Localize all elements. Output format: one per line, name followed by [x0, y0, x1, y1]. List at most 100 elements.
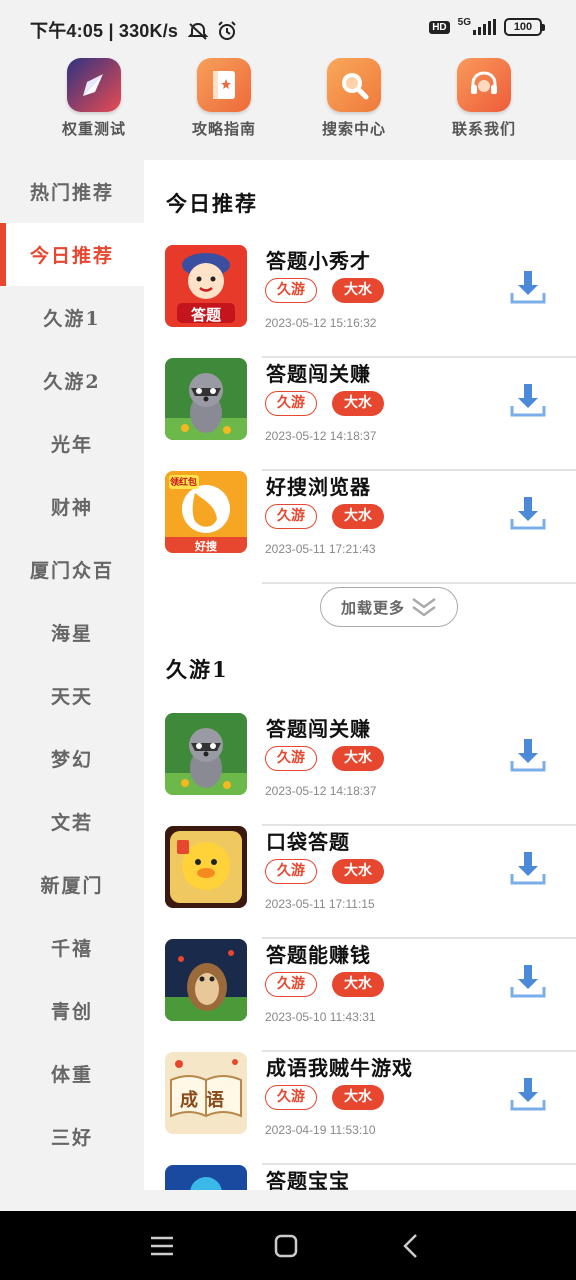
app-name: 答题能赚钱 — [266, 943, 371, 967]
app-name: 答题宝宝 — [266, 1169, 350, 1190]
app-row[interactable]: 成语 成语我贼牛游戏 久游 大水 2023-04-19 11:53:10 — [144, 1052, 576, 1165]
sidebar-item-hot[interactable]: 热门推荐 — [0, 160, 144, 223]
guide-book-icon — [197, 58, 251, 112]
quick-nav-contact[interactable]: 联系我们 — [419, 56, 549, 160]
download-icon[interactable] — [510, 963, 546, 999]
tag-dashui: 大水 — [332, 746, 384, 771]
app-row[interactable]: 答题宝宝 — [144, 1165, 576, 1190]
tag-jiuyou: 久游 — [265, 1085, 317, 1110]
sidebar-item-xin-xiamen[interactable]: 新厦门 — [0, 853, 144, 916]
load-more-button[interactable]: 加载更多 — [320, 587, 458, 627]
download-icon[interactable] — [510, 382, 546, 418]
app-row[interactable]: 领红包 好搜 好搜浏览器 久游 大水 2023-05-11 17:21:43 — [144, 471, 576, 584]
app-date: 2023-05-12 14:18:37 — [265, 429, 377, 443]
app-icon-badge: 领红包 — [170, 478, 198, 488]
status-left: 下午4:05 | 330K/s — [30, 17, 237, 43]
app-name: 答题闯关赚 — [266, 717, 371, 741]
download-icon[interactable] — [510, 1076, 546, 1112]
app-name: 答题闯关赚 — [266, 362, 371, 386]
tag-jiuyou: 久游 — [265, 746, 317, 771]
quick-nav-guide[interactable]: 攻略指南 — [159, 56, 289, 160]
status-speed: 330K/s — [118, 21, 179, 41]
app-date: 2023-04-19 11:53:10 — [265, 1123, 376, 1137]
hd-badge: HD — [429, 20, 450, 34]
app-row[interactable]: 答题闯关赚 久游 大水 2023-05-12 14:18:37 — [144, 358, 576, 471]
tag-jiuyou: 久游 — [265, 859, 317, 884]
quick-nav-label: 联系我们 — [451, 120, 516, 138]
app-row[interactable]: 口袋答题 久游 大水 2023-05-11 17:11:15 — [144, 826, 576, 939]
sidebar-item-guangnian[interactable]: 光年 — [0, 412, 144, 475]
app-date: 2023-05-12 15:16:32 — [265, 316, 377, 330]
browser-icon: 领红包 好搜 — [165, 471, 247, 553]
compass-icon — [67, 58, 121, 112]
idiom-book-icon: 成语 — [165, 1052, 247, 1134]
quick-nav: 权重测试 攻略指南 搜索中心 联系我们 — [0, 56, 576, 160]
system-nav-bar — [0, 1211, 576, 1280]
raccoon-icon — [165, 358, 247, 440]
tag-dashui: 大水 — [332, 504, 384, 529]
status-time: 下午4:05 — [30, 21, 104, 41]
double-chevron-down-icon — [412, 597, 436, 617]
back-icon[interactable] — [398, 1233, 424, 1259]
sidebar-item-jiuyou1[interactable]: 久游1 — [0, 286, 144, 349]
quick-nav-label: 权重测试 — [61, 120, 126, 138]
sidebar-item-sanhao[interactable]: 三好 — [0, 1105, 144, 1168]
search-icon — [327, 58, 381, 112]
app-name: 成语我贼牛游戏 — [266, 1056, 413, 1080]
tag-dashui: 大水 — [332, 972, 384, 997]
tag-jiuyou: 久游 — [265, 504, 317, 529]
tag-jiuyou: 久游 — [265, 278, 317, 303]
section-title-jiuyou1: 久游1 — [166, 657, 229, 682]
app-name: 好搜浏览器 — [266, 475, 371, 499]
quick-nav-search[interactable]: 搜索中心 — [289, 56, 419, 160]
category-sidebar: 热门推荐 今日推荐 久游1 久游2 光年 财神 厦门众百 海星 天天 梦幻 文若… — [0, 160, 144, 1190]
mute-icon — [187, 22, 209, 40]
quiz-scholar-icon: 答题 — [165, 245, 247, 327]
sidebar-item-xiamen-zhongbai[interactable]: 厦门众百 — [0, 538, 144, 601]
tag-dashui: 大水 — [332, 391, 384, 416]
sidebar-item-tiantian[interactable]: 天天 — [0, 664, 144, 727]
app-date: 2023-05-12 14:18:37 — [265, 784, 377, 798]
sidebar-item-qingchuang[interactable]: 青创 — [0, 979, 144, 1042]
app-icon-label: 答题 — [190, 306, 221, 324]
app-row[interactable]: 答题能赚钱 久游 大水 2023-05-10 11:43:31 — [144, 939, 576, 1052]
download-icon[interactable] — [510, 269, 546, 305]
duck-icon — [165, 826, 247, 908]
hedgehog-icon — [165, 939, 247, 1021]
status-bar: 下午4:05 | 330K/s HD 5G 100 — [0, 0, 576, 56]
app-name: 答题小秀才 — [266, 249, 371, 273]
quick-nav-label: 攻略指南 — [191, 120, 256, 138]
quiz-baby-icon — [165, 1165, 247, 1190]
load-more-label: 加载更多 — [340, 598, 405, 617]
app-list: 今日推荐 答题 答题小秀才 久游 大水 2023-05-12 15:16:32 — [144, 160, 576, 1190]
battery-icon: 100 — [504, 18, 545, 36]
app-row[interactable]: 答题闯关赚 久游 大水 2023-05-12 14:18:37 — [144, 713, 576, 826]
home-icon[interactable] — [273, 1233, 299, 1259]
tag-dashui: 大水 — [332, 278, 384, 303]
tag-dashui: 大水 — [332, 859, 384, 884]
menu-icon[interactable] — [149, 1233, 175, 1259]
sidebar-item-jiuyou2[interactable]: 久游2 — [0, 349, 144, 412]
app-date: 2023-05-11 17:11:15 — [265, 897, 375, 911]
download-icon[interactable] — [510, 495, 546, 531]
quick-nav-weight-test[interactable]: 权重测试 — [29, 56, 159, 160]
row-divider — [262, 582, 576, 584]
sidebar-item-haixing[interactable]: 海星 — [0, 601, 144, 664]
download-icon[interactable] — [510, 850, 546, 886]
section-title-today: 今日推荐 — [166, 191, 258, 216]
app-icon-label: 好搜 — [195, 540, 217, 553]
sidebar-item-tizhong[interactable]: 体重 — [0, 1042, 144, 1105]
status-separator: | — [108, 21, 119, 41]
app-icon-label: 成语 — [180, 1090, 232, 1111]
app-date: 2023-05-10 11:43:31 — [265, 1010, 376, 1024]
quick-nav-label: 搜索中心 — [321, 120, 386, 138]
sidebar-item-menghuan[interactable]: 梦幻 — [0, 727, 144, 790]
app-name: 口袋答题 — [266, 830, 350, 854]
sidebar-item-caishen[interactable]: 财神 — [0, 475, 144, 538]
sidebar-item-qianxi[interactable]: 千禧 — [0, 916, 144, 979]
sidebar-item-wenruo[interactable]: 文若 — [0, 790, 144, 853]
download-icon[interactable] — [510, 737, 546, 773]
tag-jiuyou: 久游 — [265, 972, 317, 997]
app-row[interactable]: 答题 答题小秀才 久游 大水 2023-05-12 15:16:32 — [144, 245, 576, 358]
sidebar-item-today[interactable]: 今日推荐 — [0, 223, 144, 286]
